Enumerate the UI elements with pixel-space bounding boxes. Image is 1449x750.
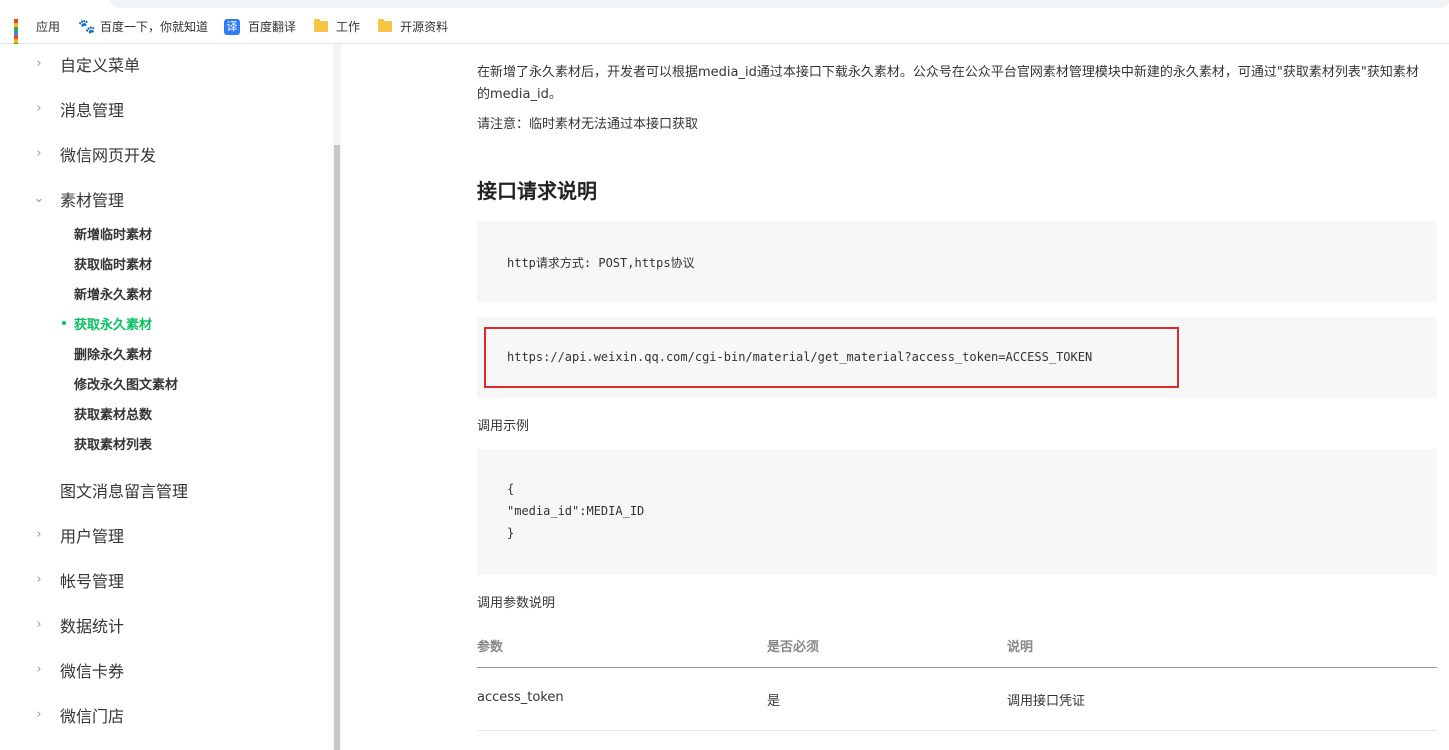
- sidebar-subitem-get-permanent-material[interactable]: 获取永久素材: [61, 308, 152, 338]
- sidebar-item-message-management[interactable]: › 消息管理: [0, 86, 333, 131]
- sidebar-item-label: 自定义菜单: [60, 55, 141, 75]
- sidebar-item-wechat-cards[interactable]: › 微信卡券: [0, 647, 333, 692]
- highlight-annotation-box: [484, 327, 1179, 388]
- bookmark-baidu[interactable]: 🐾 百度一下，你就知道: [78, 18, 208, 35]
- address-bar[interactable]: [110, 0, 1449, 8]
- table-cell-description: 调用接口凭证: [1007, 694, 1086, 709]
- code-line: "media_id":MEDIA_ID: [507, 504, 645, 518]
- chevron-right-icon: ›: [36, 572, 42, 587]
- baidu-paw-icon: 🐾: [78, 18, 96, 35]
- bookmark-baidu-translate[interactable]: 译 百度翻译: [224, 18, 296, 35]
- chevron-right-icon: ›: [36, 662, 42, 677]
- bookmark-label: 百度翻译: [248, 20, 297, 34]
- baidu-translate-icon: 译: [224, 18, 241, 35]
- folder-icon: [378, 19, 393, 32]
- table-header-param: 参数: [477, 640, 504, 655]
- sidebar-subitem-material-list[interactable]: 获取素材列表: [74, 428, 152, 458]
- sidebar-item-comment-management[interactable]: 图文消息留言管理: [0, 467, 333, 512]
- chevron-right-icon: ›: [36, 146, 42, 161]
- example-label: 调用示例: [477, 419, 530, 434]
- sidebar-item-wechat-stores[interactable]: › 微信门店: [0, 692, 333, 737]
- table-header-divider: [477, 667, 1437, 668]
- sidebar-item-label: 数据统计: [60, 616, 125, 636]
- section-heading: 接口请求说明: [477, 179, 597, 203]
- sidebar-item-label: 用户管理: [60, 526, 125, 546]
- bookmarks-bar: 应用 🐾 百度一下，你就知道 译 百度翻译 工作 开源资料: [0, 10, 1449, 55]
- sidebar-item-label: 帐号管理: [60, 571, 125, 591]
- sidebar-item-webpage-dev[interactable]: › 微信网页开发: [0, 131, 333, 176]
- sidebar-subitem-edit-permanent-news[interactable]: 修改永久图文素材: [74, 368, 178, 398]
- folder-icon: [314, 19, 329, 32]
- bookmark-label: 百度一下，你就知道: [100, 20, 209, 34]
- table-row-divider: [477, 730, 1437, 731]
- sidebar-subitem-material-count[interactable]: 获取素材总数: [74, 398, 152, 428]
- table-header-description: 说明: [1007, 640, 1034, 655]
- bookmark-label: 开源资料: [400, 20, 449, 34]
- table-cell-required: 是: [767, 694, 781, 709]
- code-line: }: [507, 526, 515, 540]
- sidebar-item-label: 素材管理: [60, 190, 125, 210]
- sidebar-item-data-statistics[interactable]: › 数据统计: [0, 602, 333, 647]
- intro-paragraph: 在新增了永久素材后，开发者可以根据media_id通过本接口下载永久素材。公众号…: [477, 65, 1419, 102]
- sidebar-subitem-add-permanent-material[interactable]: 新增永久素材: [74, 278, 152, 308]
- chevron-right-icon: ›: [36, 527, 42, 542]
- chevron-down-icon: ⌄: [33, 191, 45, 206]
- chevron-right-icon: ›: [36, 56, 42, 71]
- chevron-right-icon: ›: [36, 101, 42, 116]
- chevron-right-icon: ›: [36, 707, 42, 722]
- browser-address-strip: [0, 0, 1449, 10]
- sidebar-item-custom-menu[interactable]: › 自定义菜单: [0, 41, 333, 86]
- params-label: 调用参数说明: [477, 596, 556, 611]
- table-cell-param: access_token: [477, 690, 564, 705]
- sidebar-subitem-delete-permanent-material[interactable]: 删除永久素材: [74, 338, 152, 368]
- sidebar-subitem-get-temp-material[interactable]: 获取临时素材: [74, 248, 152, 278]
- bookmark-label: 工作: [336, 20, 361, 34]
- example-code-block: { "media_id":MEDIA_ID }: [477, 449, 1437, 575]
- sidebar-scrollbar-thumb[interactable]: [334, 145, 340, 750]
- table-header-required: 是否必须: [767, 640, 820, 655]
- bookmark-label: 应用: [36, 20, 61, 34]
- bookmark-folder-opensource[interactable]: 开源资料: [378, 18, 448, 35]
- request-method-text: http请求方式: POST,https协议: [507, 256, 695, 270]
- sidebar-item-user-management[interactable]: › 用户管理: [0, 512, 333, 557]
- note-text: 请注意：临时素材无法通过本接口获取: [477, 117, 699, 132]
- code-line: {: [507, 482, 515, 496]
- sidebar-subitem-add-temp-material[interactable]: 新增临时素材: [74, 218, 152, 248]
- sidebar-item-label: 消息管理: [60, 100, 125, 120]
- sidebar-item-label: 微信卡券: [60, 661, 125, 681]
- bookmark-apps[interactable]: 应用: [14, 18, 61, 55]
- apps-grid-icon: [14, 18, 30, 55]
- sidebar-item-material-management[interactable]: ⌄ 素材管理: [0, 176, 333, 221]
- sidebar-item-account-management[interactable]: › 帐号管理: [0, 557, 333, 602]
- sidebar-item-label: 图文消息留言管理: [60, 481, 189, 501]
- bookmark-folder-work[interactable]: 工作: [314, 18, 360, 35]
- sidebar-item-label: 微信网页开发: [60, 145, 157, 165]
- chevron-right-icon: ›: [36, 617, 42, 632]
- sidebar-item-label: 微信门店: [60, 706, 125, 726]
- request-method-code-block: http请求方式: POST,https协议: [477, 221, 1437, 302]
